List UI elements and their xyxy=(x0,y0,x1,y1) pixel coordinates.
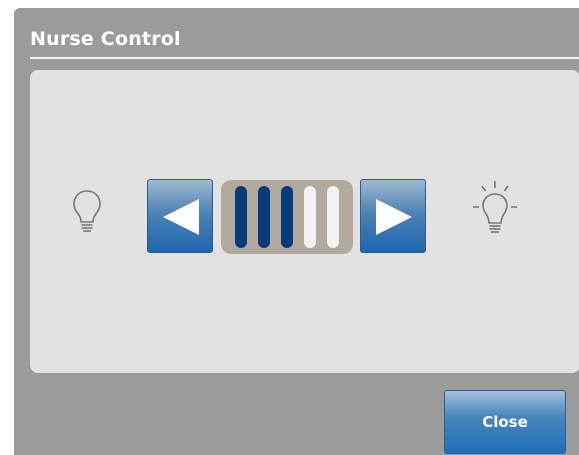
level-segment-5 xyxy=(327,186,339,248)
bulb-off-icon xyxy=(72,189,102,239)
decrease-brightness-button[interactable] xyxy=(147,179,213,253)
close-button[interactable]: Close xyxy=(444,390,566,454)
level-segment-1 xyxy=(235,186,247,248)
level-segment-2 xyxy=(258,186,270,248)
brightness-panel xyxy=(30,70,579,373)
level-segment-3 xyxy=(281,186,293,248)
level-segment-4 xyxy=(304,186,316,248)
nurse-control-dialog: Nurse Control Close xyxy=(14,8,579,455)
brightness-level-indicator xyxy=(221,180,353,254)
left-arrow-icon xyxy=(163,199,199,235)
right-arrow-icon xyxy=(376,199,412,235)
title-divider xyxy=(30,57,579,59)
increase-brightness-button[interactable] xyxy=(360,179,426,253)
dialog-title: Nurse Control xyxy=(30,28,181,50)
bulb-on-icon xyxy=(470,178,520,244)
